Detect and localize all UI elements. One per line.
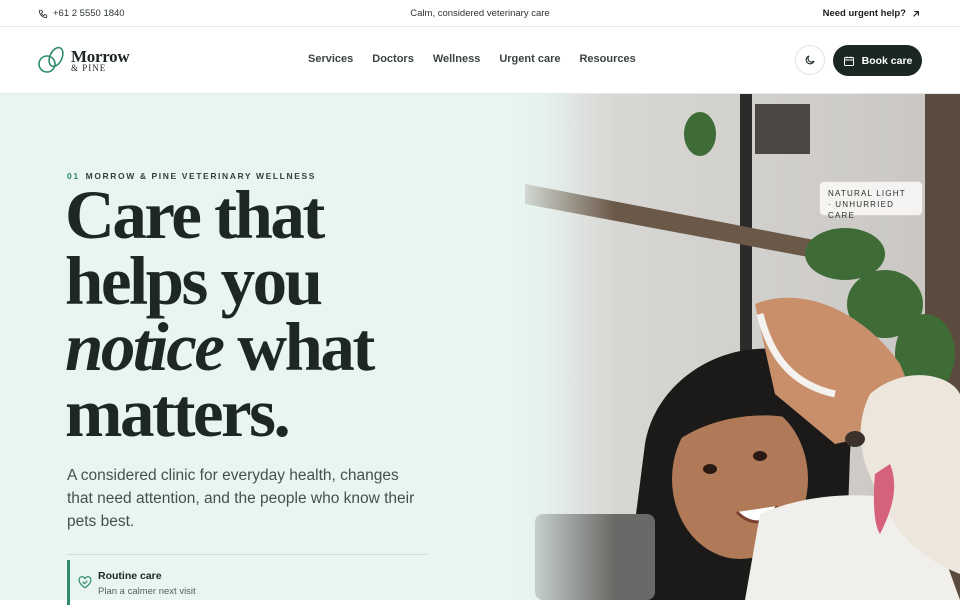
brand-logo[interactable]: Morrow & PINE xyxy=(37,45,130,75)
nav-item-doctors[interactable]: Doctors xyxy=(372,53,414,65)
hero-photo-illustration xyxy=(505,94,960,600)
hero-headline: Care that helps you notice what matters. xyxy=(65,177,375,451)
headline-italic-word: notice xyxy=(65,309,225,385)
book-care-button[interactable]: Book care xyxy=(833,45,922,76)
headline-line-3-rest: what xyxy=(222,309,375,385)
hero-photo xyxy=(505,94,960,600)
tagline: Calm, considered veterinary care xyxy=(410,8,550,19)
arrow-up-right-icon xyxy=(913,10,919,17)
headline-line-1: Care that xyxy=(65,177,325,253)
nav-item-urgent-care[interactable]: Urgent care xyxy=(499,53,560,65)
leaf-logo-icon xyxy=(38,46,64,73)
utility-bar: +61 2 5550 1840 Calm, considered veterin… xyxy=(0,0,960,27)
photo-badge-line1: NATURAL LIGHT xyxy=(828,189,906,198)
photo-badge-line2: · UNHURRIED CARE xyxy=(828,200,895,220)
theme-toggle-button[interactable] xyxy=(795,45,825,75)
hero-lede: A considered clinic for everyday health,… xyxy=(67,467,415,530)
nav-item-wellness[interactable]: Wellness xyxy=(433,53,481,65)
nav-menu: Services Doctors Wellness Urgent care Re… xyxy=(308,53,636,65)
nav-item-resources[interactable]: Resources xyxy=(579,53,635,65)
moon-icon xyxy=(805,55,815,65)
headline-line-4: matters. xyxy=(65,375,291,451)
headline-line-2: helps you xyxy=(65,243,323,319)
brand-name: Morrow xyxy=(71,46,130,66)
photo-badge: NATURAL LIGHT · UNHURRIED CARE xyxy=(819,181,923,220)
headline-line-3: notice what xyxy=(65,313,375,382)
urgent-help-link[interactable]: Need urgent help? xyxy=(823,8,920,19)
nav-item-services[interactable]: Services xyxy=(308,53,353,65)
heart-paw-icon xyxy=(78,576,92,589)
urgent-help-label: Need urgent help? xyxy=(822,8,906,19)
card-title: Routine care xyxy=(98,570,162,582)
card-subtitle: Plan a calmer next visit xyxy=(98,586,196,597)
hero-divider xyxy=(67,554,427,555)
book-care-label: Book care xyxy=(861,54,913,67)
service-card-routine-care[interactable]: Routine care Plan a calmer next visit xyxy=(67,560,427,605)
calendar-icon xyxy=(843,56,854,66)
